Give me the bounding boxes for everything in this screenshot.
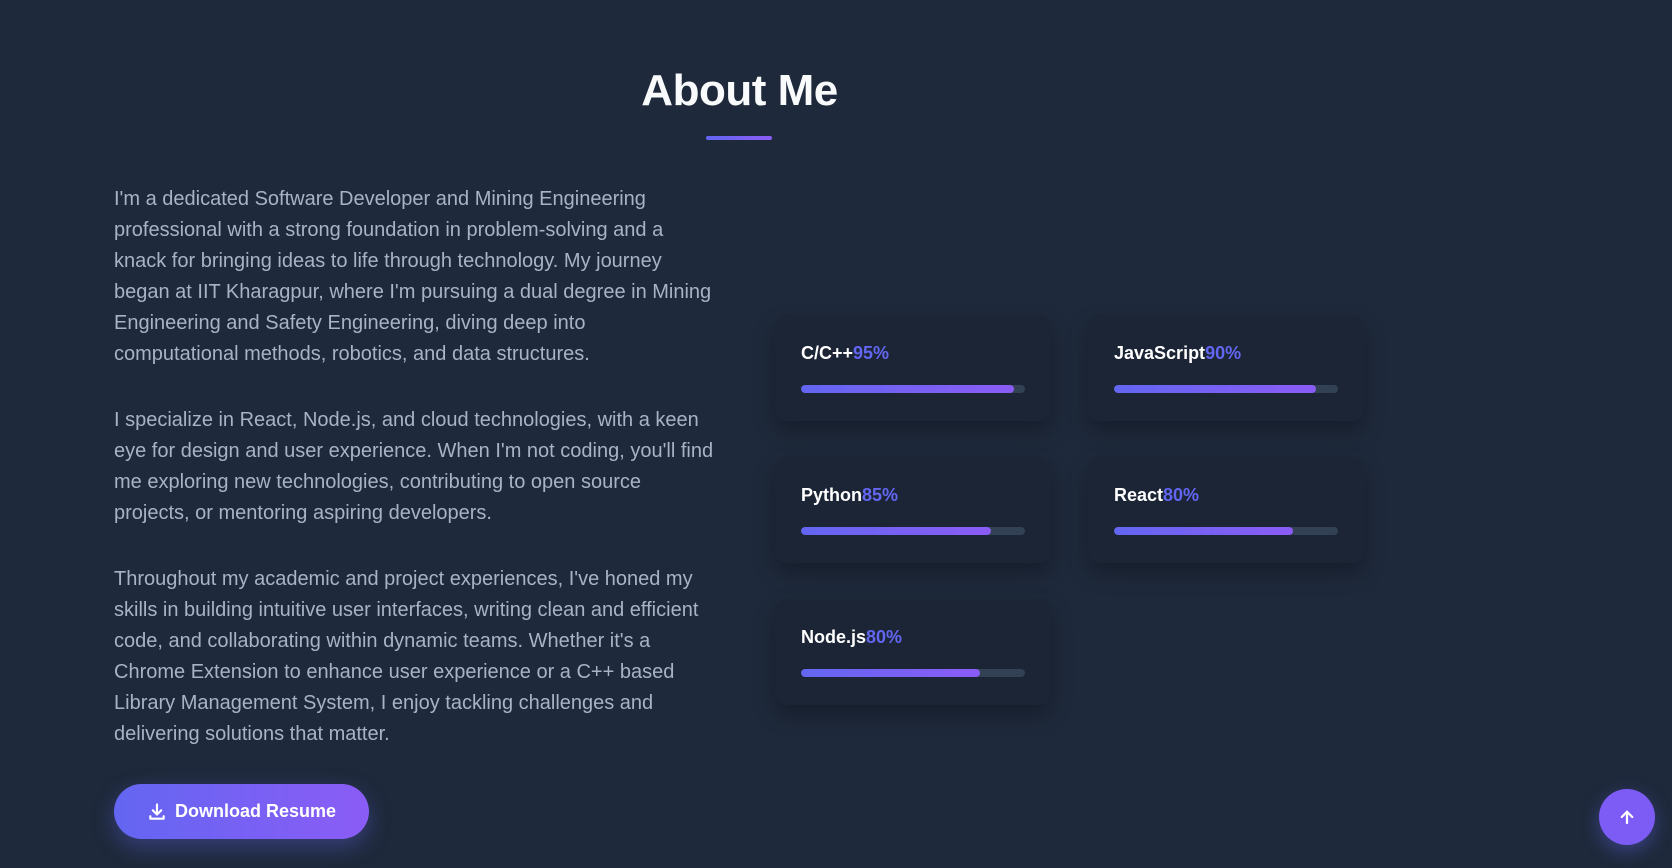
skill-percent: 95% bbox=[853, 343, 890, 363]
skill-bar-track bbox=[801, 669, 1025, 677]
skill-card: JavaScript90% bbox=[1088, 315, 1364, 421]
about-paragraph: Throughout my academic and project exper… bbox=[114, 568, 699, 745]
skill-name: JavaScript bbox=[1114, 343, 1206, 363]
skill-name: Node.js bbox=[801, 627, 867, 647]
about-paragraph: I specialize in React, Node.js, and clou… bbox=[114, 409, 714, 524]
skill-bar-track bbox=[1114, 385, 1338, 393]
skill-bar-fill bbox=[801, 385, 1014, 393]
skill-percent: 80% bbox=[1163, 485, 1200, 505]
skill-percent: 85% bbox=[862, 485, 899, 505]
section-title: About Me bbox=[641, 66, 838, 115]
skill-percent: 90% bbox=[1205, 343, 1242, 363]
skill-name: C/C++ bbox=[801, 343, 854, 363]
skills-grid: C/C++95% JavaScript90% Python85% React80… bbox=[775, 315, 1365, 705]
skill-name: Python bbox=[801, 485, 862, 505]
skill-bar-fill bbox=[801, 527, 992, 535]
arrow-up-icon bbox=[1620, 810, 1634, 825]
title-underline bbox=[706, 136, 772, 140]
skill-bar-fill bbox=[1114, 527, 1294, 535]
skill-percent: 80% bbox=[866, 627, 903, 647]
about-section: About Me I'm a dedicated Software Develo… bbox=[0, 0, 1672, 868]
skill-bar-fill bbox=[1114, 385, 1316, 393]
skill-bar-track bbox=[801, 385, 1025, 393]
skill-bar-track bbox=[1114, 527, 1338, 535]
skill-bar-fill bbox=[801, 669, 981, 677]
skill-card: React80% bbox=[1088, 457, 1364, 563]
download-resume-button[interactable]: Download Resume bbox=[114, 784, 369, 839]
download-resume-label: Download Resume bbox=[174, 801, 337, 821]
about-paragraph: I'm a dedicated Software Developer and M… bbox=[114, 188, 712, 365]
skill-card: Python85% bbox=[775, 457, 1051, 563]
about-text: I'm a dedicated Software Developer and M… bbox=[114, 184, 714, 750]
skill-name: React bbox=[1114, 485, 1164, 505]
skill-card: Node.js80% bbox=[775, 599, 1051, 705]
skill-card: C/C++95% bbox=[775, 315, 1051, 421]
skill-bar-track bbox=[801, 527, 1025, 535]
download-icon bbox=[149, 802, 165, 820]
scroll-to-top-button[interactable] bbox=[1599, 789, 1655, 845]
